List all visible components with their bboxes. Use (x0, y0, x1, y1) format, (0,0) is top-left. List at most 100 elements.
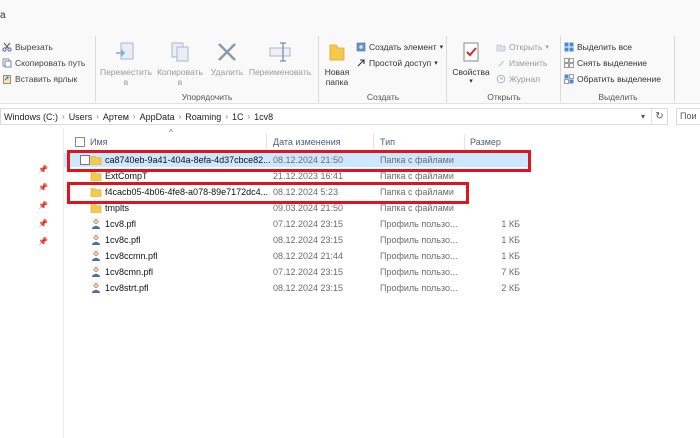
column-divider[interactable] (266, 134, 267, 150)
invert-selection-button[interactable]: Обратить выделение (564, 72, 661, 86)
easy-access-button[interactable]: Простой доступ ▾ (356, 56, 438, 70)
file-name: ExtCompT (105, 171, 148, 181)
file-name: 1cv8strt.pfl (105, 283, 149, 293)
paste-shortcut-label: Вставить ярлык (15, 74, 78, 84)
pin-icon[interactable]: 📌 (38, 165, 48, 174)
file-name: 1cv8c.pfl (105, 235, 141, 245)
easy-access-label: Простой доступ (369, 58, 432, 68)
file-name: 1cv8ccmn.pfl (105, 251, 158, 261)
column-type-label: Тип (380, 137, 396, 147)
new-folder-button[interactable]: Новая папка (321, 40, 353, 87)
file-name: 1cv8cmn.pfl (105, 267, 154, 277)
file-list: ^ Имя Дата изменения Тип Размер ca8740eb… (64, 128, 700, 438)
delete-x-icon (218, 43, 236, 61)
select-none-label: Снять выделение (577, 58, 648, 68)
file-date: 08.12.2024 21:44 (273, 251, 344, 261)
column-header-date[interactable]: Дата изменения (273, 134, 373, 150)
edit-label: Изменить (509, 58, 548, 68)
column-header-name[interactable]: Имя (90, 134, 266, 150)
select-none-button[interactable]: Снять выделение (564, 56, 647, 70)
breadcrumb-appdata[interactable]: AppData (137, 112, 178, 122)
pin-icon[interactable]: 📌 (38, 219, 48, 228)
pin-icon[interactable]: 📌 (38, 183, 48, 192)
organize-group-label: Упорядочить (181, 92, 233, 102)
new-item-button[interactable]: Создать элемент ▾ (356, 40, 443, 54)
address-history-dropdown-icon[interactable]: ▾ (636, 109, 650, 124)
ribbon-separator (318, 36, 319, 102)
chevron-down-icon: ▾ (469, 78, 473, 85)
chevron-down-icon: ▾ (545, 44, 549, 51)
rename-icon (269, 42, 291, 62)
file-row[interactable]: 1cv8ccmn.pfl 08.12.2024 21:44 Профиль поль… (64, 249, 530, 263)
file-row[interactable]: 1cv8strt.pfl 08.12.2024 23:15 Профиль поль… (64, 281, 530, 295)
profile-file-icon (90, 234, 102, 246)
select-all-checkbox[interactable] (75, 137, 85, 147)
column-header-type[interactable]: Тип (380, 134, 464, 150)
file-type: Папка с файлами (380, 171, 454, 181)
delete-button[interactable]: Удалить (207, 40, 247, 77)
open-group-label: Открыть (487, 92, 521, 102)
profile-file-icon (90, 250, 102, 262)
copy-to-button[interactable]: Копировать в (154, 40, 206, 87)
new-folder-icon (329, 44, 345, 61)
history-label: Журнал (509, 74, 541, 84)
file-date: 07.12.2024 23:15 (273, 267, 344, 277)
new-item-icon (356, 42, 366, 52)
column-header-size[interactable]: Размер (470, 134, 530, 150)
open-button[interactable]: Открыть ▾ (496, 40, 549, 54)
ribbon-separator (560, 36, 561, 102)
select-all-button[interactable]: Выделить все (564, 40, 632, 54)
column-size-label: Размер (470, 137, 501, 147)
properties-button[interactable]: Свойства ▾ (450, 40, 492, 87)
copy-to-label-1: Копировать (157, 67, 203, 77)
profile-file-icon (90, 282, 102, 294)
file-row[interactable]: 1cv8cmn.pfl 07.12.2024 23:15 Профиль польз… (64, 265, 530, 279)
breadcrumb-user[interactable]: Артем (100, 112, 132, 122)
refresh-icon[interactable]: ↻ (651, 109, 667, 124)
file-type: Профиль пользо... (380, 267, 458, 277)
move-to-label-2: в (123, 77, 129, 87)
pin-icon[interactable]: 📌 (38, 201, 48, 210)
highlight-box (67, 150, 531, 172)
file-type: Профиль пользо... (380, 251, 458, 261)
rename-button[interactable]: Переименовать (246, 40, 314, 77)
file-date: 08.12.2024 23:15 (273, 235, 344, 245)
copy-to-label-2: в (177, 77, 183, 87)
history-button[interactable]: Журнал (496, 72, 540, 86)
file-row[interactable]: 1cv8c.pfl 08.12.2024 23:15 Профиль пользо.… (64, 233, 530, 247)
file-date: 09.03.2024 21:50 (273, 203, 344, 213)
move-to-label-1: Переместить (99, 67, 153, 77)
select-all-label: Выделить все (577, 42, 632, 52)
file-name: tmplts (105, 203, 130, 213)
column-divider[interactable] (464, 134, 465, 150)
create-group-label: Создать (366, 92, 400, 102)
pin-icon[interactable]: 📌 (38, 237, 48, 246)
breadcrumb-1cv8[interactable]: 1cv8 (251, 112, 276, 122)
breadcrumb-drive[interactable]: Windows (C:) (1, 112, 61, 122)
address-bar[interactable]: Windows (C:) › Users › Артем › AppData ›… (0, 108, 668, 125)
select-group-label: Выделить (598, 92, 638, 102)
move-to-button[interactable]: Переместить в (98, 40, 154, 87)
select-all-icon (564, 42, 574, 52)
edit-button[interactable]: Изменить (496, 56, 547, 70)
properties-label: Свойства (452, 67, 490, 77)
breadcrumb-1c[interactable]: 1С (229, 112, 247, 122)
column-divider[interactable] (373, 134, 374, 150)
search-input[interactable]: Пои (676, 108, 700, 125)
file-type: Профиль пользо... (380, 283, 458, 293)
pencil-icon (496, 58, 506, 68)
copy-path-button[interactable]: Скопировать путь (2, 56, 85, 70)
file-row[interactable]: 1cv8.pfl 07.12.2024 23:15 Профиль пользо..… (64, 217, 530, 231)
paste-shortcut-button[interactable]: Вставить ярлык (2, 72, 77, 86)
new-folder-label-1: Новая (324, 67, 350, 77)
new-item-label: Создать элемент (369, 42, 437, 52)
chevron-down-icon: ▾ (439, 44, 444, 51)
cut-button[interactable]: Вырезать (2, 40, 53, 54)
breadcrumb-roaming[interactable]: Roaming (182, 112, 224, 122)
ribbon-separator (446, 36, 447, 102)
breadcrumb-users[interactable]: Users (66, 112, 96, 122)
move-to-icon (116, 42, 134, 60)
new-folder-label-2: папка (325, 77, 349, 87)
file-type: Профиль пользо... (380, 235, 458, 245)
file-type: Профиль пользо... (380, 219, 458, 229)
